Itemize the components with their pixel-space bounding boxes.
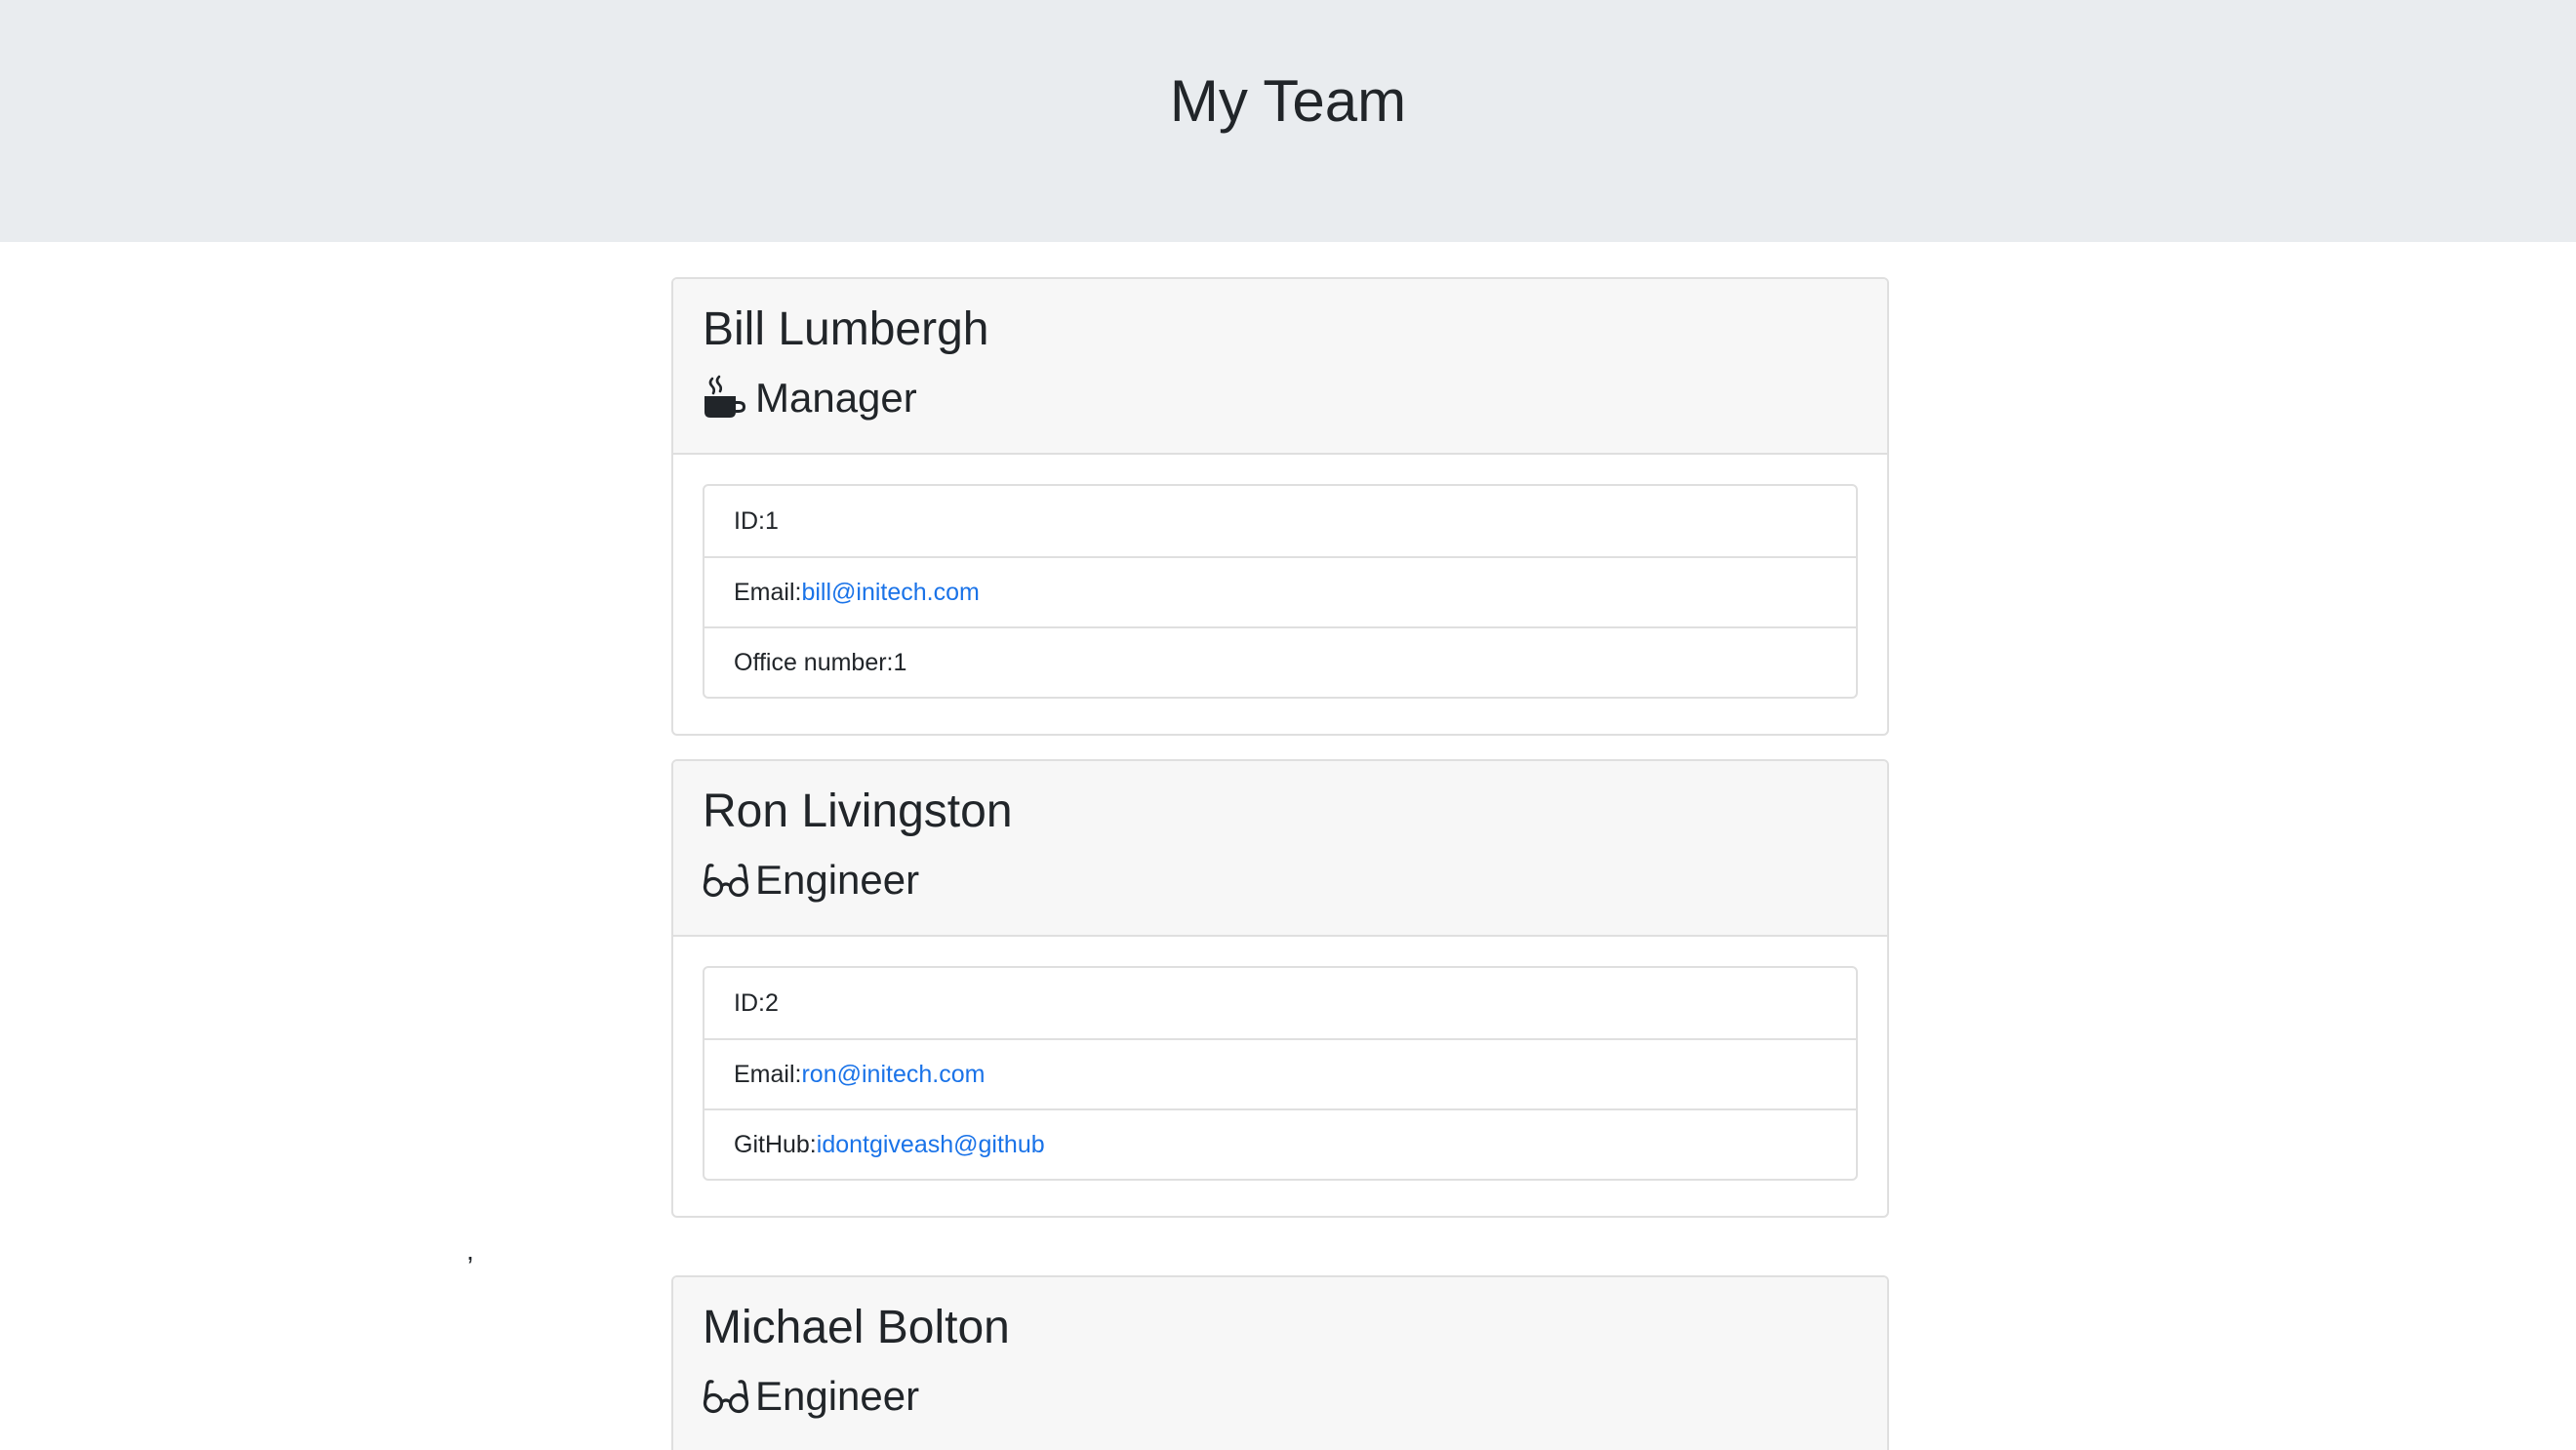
github-label: GitHub:: [734, 1130, 817, 1158]
list-item-github: GitHub: idontgiveash@github: [704, 1108, 1856, 1179]
employee-role: Manager: [703, 369, 917, 427]
id-label: ID:: [734, 506, 765, 535]
employee-card-manager: Bill Lumbergh Manager ID: 1 Email: bill@…: [671, 277, 1889, 736]
employee-card-engineer: Ron Livingston Engineer ID: 2 Email: ron…: [671, 759, 1889, 1218]
card-header: Ron Livingston Engineer: [673, 761, 1887, 937]
email-label: Email:: [734, 578, 802, 606]
employee-details: ID: 1 Email: bill@initech.com Office num…: [703, 484, 1858, 699]
id-value: 1: [764, 506, 779, 535]
mug-hot-icon: [703, 375, 749, 422]
list-item-email: Email: bill@initech.com: [704, 556, 1856, 626]
employee-role: Engineer: [703, 1367, 919, 1426]
github-link[interactable]: idontgiveash@github: [817, 1131, 1045, 1159]
glasses-icon: [703, 1373, 749, 1420]
email-label: Email:: [734, 1060, 802, 1088]
page-title: My Team: [1169, 68, 1407, 134]
list-item-email: Email: ron@initech.com: [704, 1038, 1856, 1108]
email-link[interactable]: bill@initech.com: [801, 579, 979, 607]
card-header: Michael Bolton Engineer: [673, 1277, 1887, 1450]
role-label: Engineer: [755, 1373, 920, 1419]
role-label: Manager: [755, 375, 917, 421]
page-header: My Team: [0, 0, 2576, 242]
id-label: ID:: [734, 988, 765, 1017]
office-number-label: Office number:: [734, 648, 894, 676]
id-value: 2: [764, 988, 779, 1017]
employee-card-engineer: Michael Bolton Engineer: [671, 1275, 1889, 1450]
employee-name: Michael Bolton: [703, 1302, 1010, 1353]
list-item-id: ID: 2: [704, 968, 1856, 1038]
role-label: Engineer: [755, 857, 920, 903]
card-header: Bill Lumbergh Manager: [673, 279, 1887, 455]
list-item-office-number: Office number: 1: [704, 626, 1856, 697]
employee-role: Engineer: [703, 851, 919, 909]
employee-details: ID: 2 Email: ron@initech.com GitHub: ido…: [703, 966, 1858, 1181]
employee-name: Ron Livingston: [703, 785, 1013, 837]
email-link[interactable]: ron@initech.com: [801, 1061, 985, 1089]
list-item-id: ID: 1: [704, 486, 1856, 556]
stray-text: ,: [466, 1235, 474, 1266]
employee-name: Bill Lumbergh: [703, 303, 989, 355]
office-number-value: 1: [893, 648, 907, 676]
glasses-icon: [703, 857, 749, 904]
